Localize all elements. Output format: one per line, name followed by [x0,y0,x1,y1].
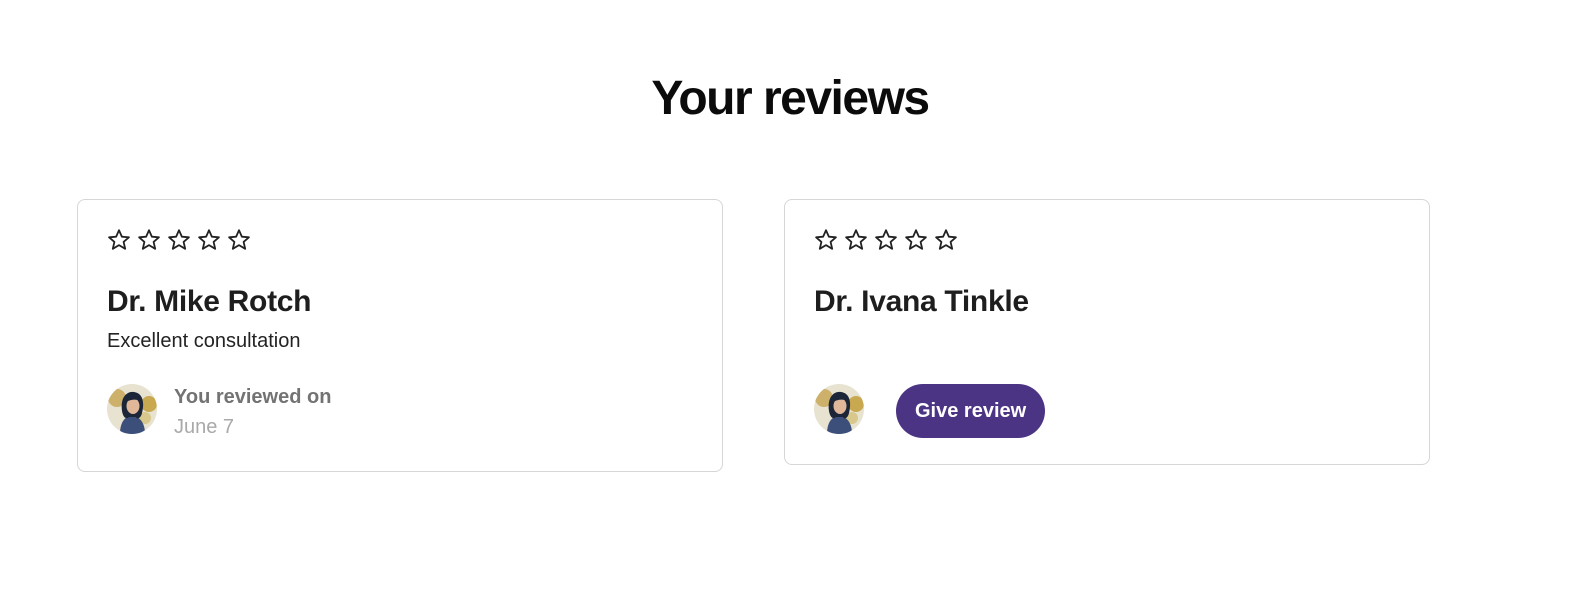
star-outline-icon[interactable] [844,228,868,252]
star-outline-icon[interactable] [874,228,898,252]
star-outline-icon[interactable] [167,228,191,252]
review-status-label: You reviewed on [174,386,332,408]
star-outline-icon[interactable] [137,228,161,252]
give-review-button[interactable]: Give review [896,384,1046,438]
avatar [814,384,864,434]
star-outline-icon[interactable] [934,228,958,252]
star-outline-icon[interactable] [197,228,221,252]
review-card: Dr. Ivana Tinkle Give review [784,199,1430,465]
star-outline-icon[interactable] [814,228,838,252]
review-meta: You reviewed on June 7 [174,384,331,440]
review-text: Excellent consultation [107,330,301,352]
avatar [107,384,157,434]
star-outline-icon[interactable] [904,228,928,252]
doctor-name: Dr. Ivana Tinkle [814,285,1029,318]
star-outline-icon[interactable] [107,228,131,252]
star-rating[interactable] [107,228,251,256]
star-rating[interactable] [814,228,958,256]
doctor-name: Dr. Mike Rotch [107,285,312,318]
page-title: Your reviews [651,72,930,125]
review-card: Dr. Mike Rotch Excellent consultation Yo… [77,199,723,472]
star-outline-icon[interactable] [227,228,251,252]
review-date: June 7 [174,416,235,438]
